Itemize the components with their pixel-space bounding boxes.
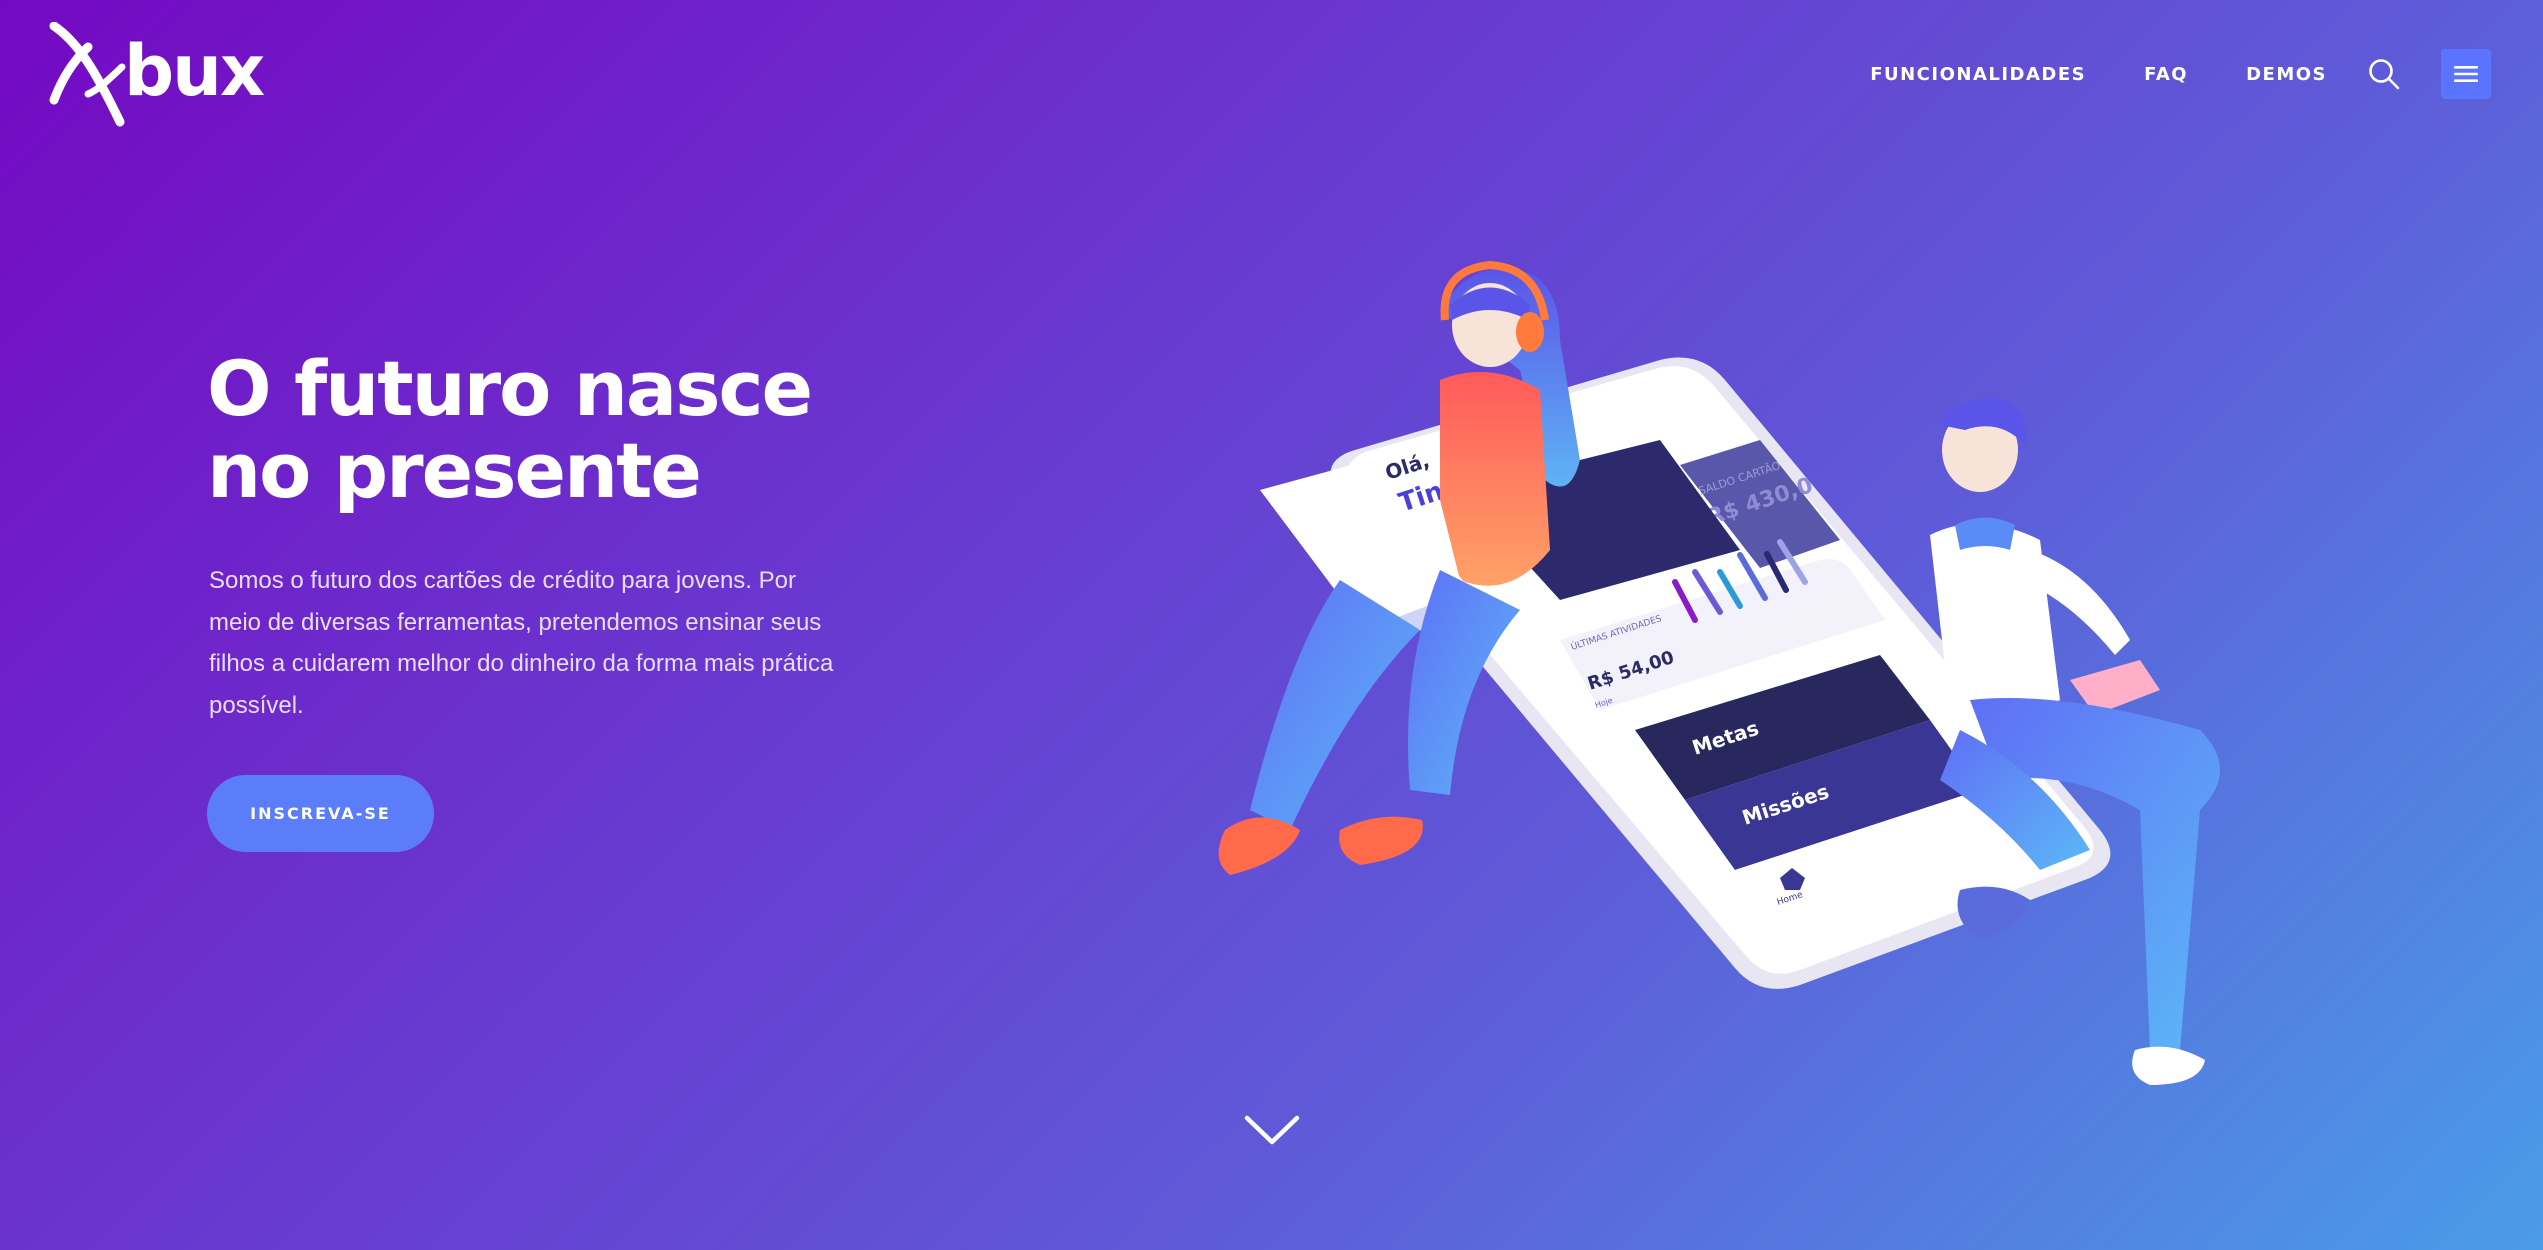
chevron-down-icon[interactable]: [1242, 1110, 1302, 1150]
main-nav: FUNCIONALIDADES FAQ DEMOS: [1870, 48, 2491, 100]
hamburger-menu-icon: [2454, 66, 2478, 82]
bux-logo-mark-icon: [49, 22, 126, 127]
signup-button[interactable]: INSCREVA-SE: [207, 775, 434, 852]
boy-figure: [1930, 398, 2220, 1085]
brand-name: bux: [124, 29, 265, 112]
hero-title: O futuro nasce no presente: [207, 348, 967, 512]
search-icon[interactable]: [2367, 57, 2401, 91]
brand-logo[interactable]: bux: [48, 22, 265, 127]
menu-button[interactable]: [2441, 49, 2491, 99]
hero-title-line-2: no presente: [207, 426, 702, 515]
girl-figure: [1218, 260, 1580, 875]
hero-title-line-1: O futuro nasce: [207, 344, 813, 433]
hero-illustration: SALDO CARTÃO R$ 430,0 Olá, Tin ÚLTIMAS A…: [1218, 260, 2220, 1085]
nav-faq[interactable]: FAQ: [2144, 64, 2188, 85]
hero-description: Somos o futuro dos cartões de crédito pa…: [209, 567, 834, 719]
nav-funcionalidades[interactable]: FUNCIONALIDADES: [1870, 64, 2086, 85]
nav-demos[interactable]: DEMOS: [2246, 64, 2327, 85]
